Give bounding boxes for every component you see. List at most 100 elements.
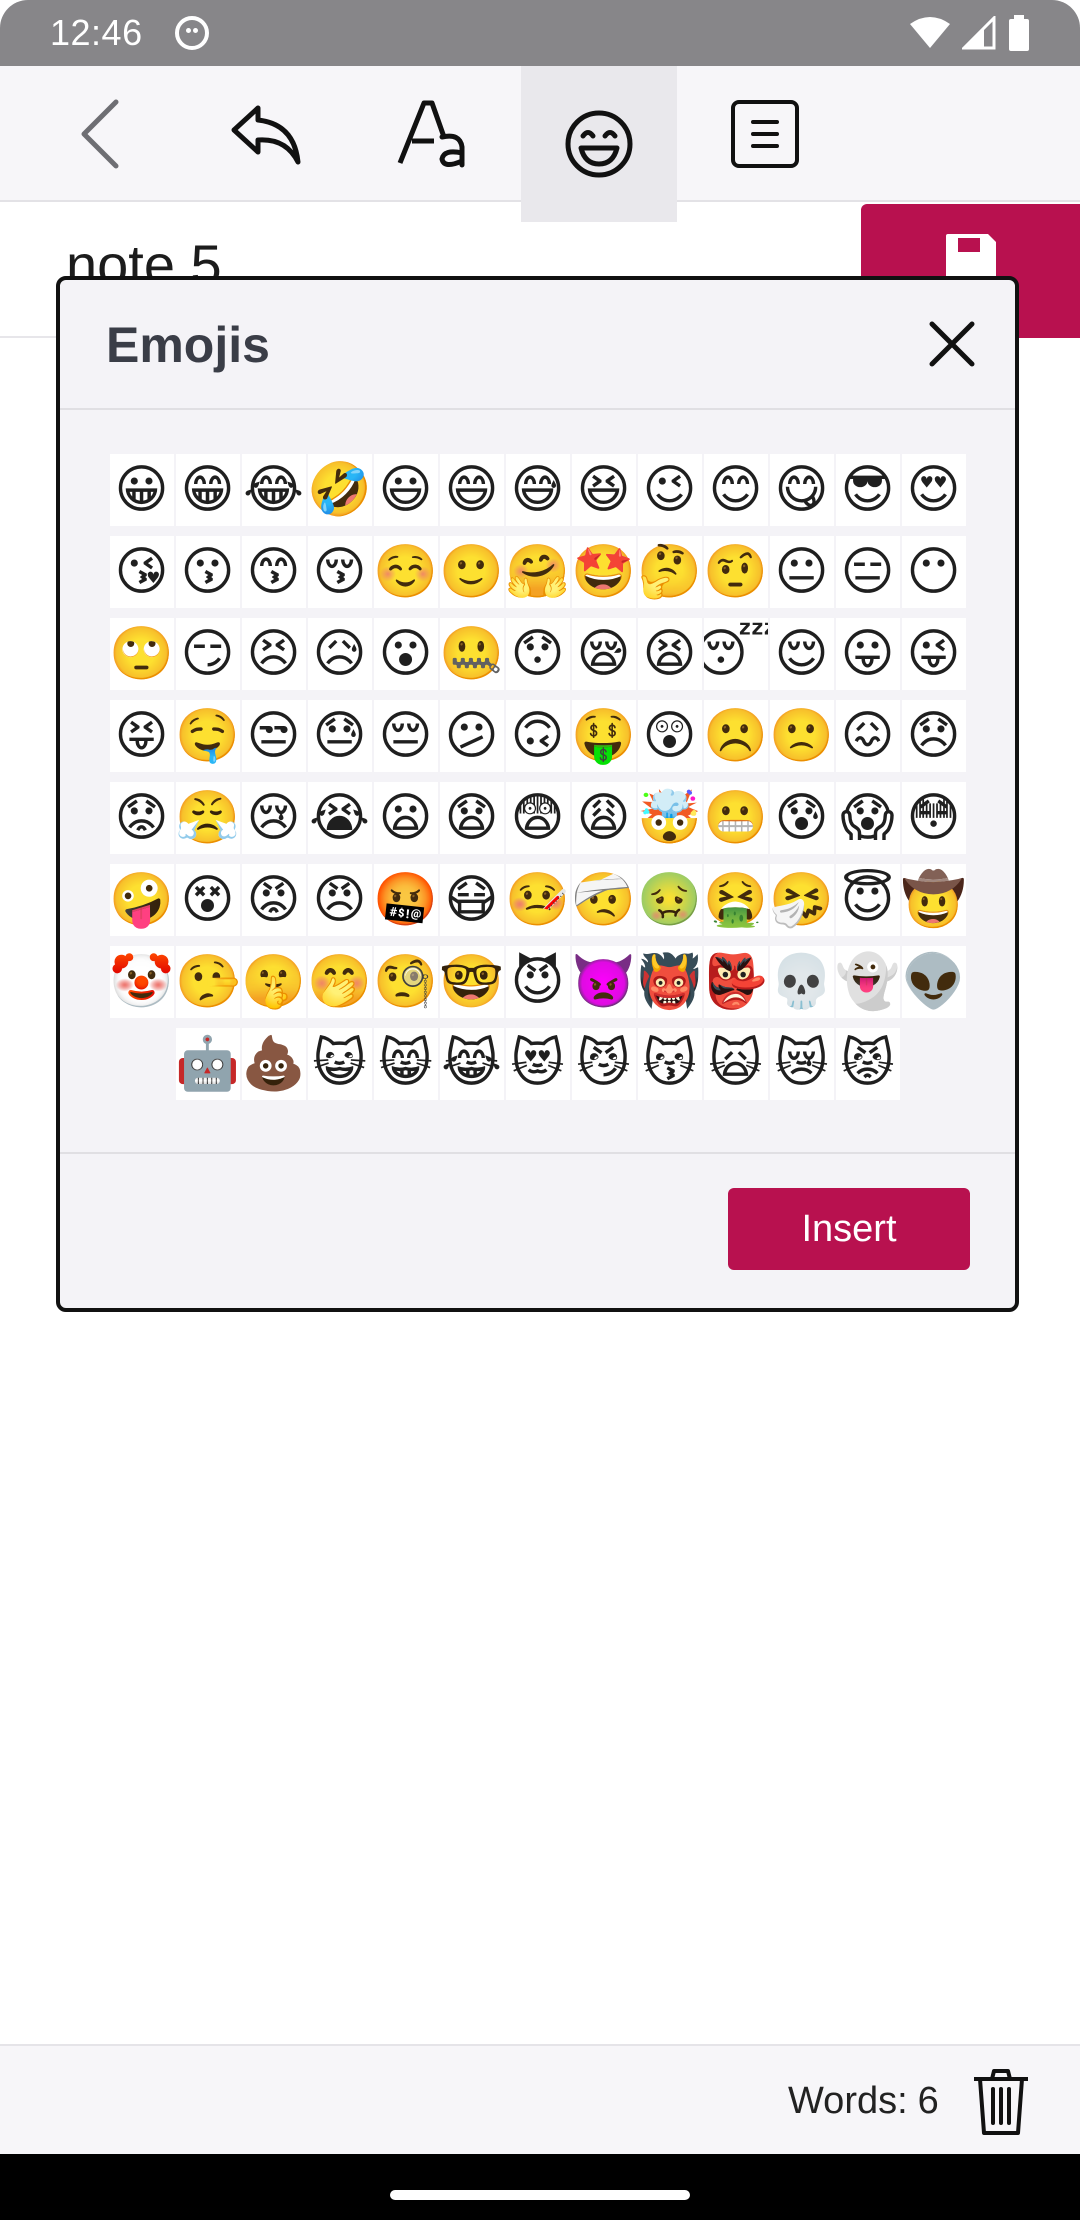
emoji-cell[interactable]: 🤪 [109, 864, 174, 936]
emoji-cell[interactable]: 😠 [307, 864, 372, 936]
emoji-cell[interactable]: 😪 [571, 618, 636, 690]
emoji-cell[interactable]: 😕 [439, 700, 504, 772]
emoji-cell[interactable]: 🤨 [703, 536, 768, 608]
emoji-cell[interactable]: 🤯 [637, 782, 702, 854]
emoji-cell[interactable]: 😢 [241, 782, 306, 854]
emoji-cell[interactable]: 👹 [637, 946, 702, 1018]
emoji-cell[interactable]: 😿 [769, 1028, 834, 1100]
emoji-cell[interactable]: 😶 [901, 536, 966, 608]
emoji-cell[interactable]: 🤫 [241, 946, 306, 1018]
emoji-cell[interactable]: 😩 [571, 782, 636, 854]
emoji-cell[interactable]: 😨 [505, 782, 570, 854]
emoji-cell[interactable]: 😞 [901, 700, 966, 772]
emoji-cell[interactable]: 😼 [571, 1028, 636, 1100]
emoji-cell[interactable]: 👺 [703, 946, 768, 1018]
emoji-cell[interactable]: 😜 [901, 618, 966, 690]
emoji-cell[interactable]: 😻 [505, 1028, 570, 1100]
emoji-cell[interactable]: 😦 [373, 782, 438, 854]
emoji-cell[interactable]: 😫 [637, 618, 702, 690]
emoji-cell[interactable]: 🤤 [175, 700, 240, 772]
emoji-cell[interactable]: 😔 [373, 700, 438, 772]
emoji-cell[interactable]: 🤢 [637, 864, 702, 936]
emoji-cell[interactable]: 🧐 [373, 946, 438, 1018]
emoji-cell[interactable]: ☹️ [703, 700, 768, 772]
emoji-cell[interactable]: 😥 [307, 618, 372, 690]
emoji-cell[interactable]: 😉 [637, 454, 702, 526]
note-list-button[interactable] [687, 66, 843, 202]
emoji-cell[interactable]: 👻 [835, 946, 900, 1018]
emoji-cell[interactable]: 😘 [109, 536, 174, 608]
emoji-cell[interactable]: 😹 [439, 1028, 504, 1100]
emoji-cell[interactable]: 🤩 [571, 536, 636, 608]
emoji-cell[interactable]: 😅 [505, 454, 570, 526]
emoji-cell[interactable]: 😾 [835, 1028, 900, 1100]
emoji-cell[interactable]: 😁 [175, 454, 240, 526]
emoji-cell[interactable]: 😒 [241, 700, 306, 772]
emoji-cell[interactable]: 🤠 [901, 864, 966, 936]
home-gesture-handle[interactable] [390, 2190, 690, 2200]
emoji-cell[interactable]: 💀 [769, 946, 834, 1018]
emoji-cell[interactable]: 👿 [571, 946, 636, 1018]
emoji-cell[interactable]: 😸 [373, 1028, 438, 1100]
emoji-cell[interactable]: ☺️ [373, 536, 438, 608]
emoji-cell[interactable]: 🤣 [307, 454, 372, 526]
emoji-cell[interactable]: 😬 [703, 782, 768, 854]
delete-button[interactable] [966, 2066, 1036, 2138]
emoji-cell[interactable]: 🤥 [175, 946, 240, 1018]
emoji-cell[interactable]: 🤖 [175, 1028, 240, 1100]
emoji-cell[interactable]: 🤧 [769, 864, 834, 936]
emoji-cell[interactable]: 🤡 [109, 946, 174, 1018]
emoji-cell[interactable]: 🤑 [571, 700, 636, 772]
emoji-cell[interactable]: 🙂 [439, 536, 504, 608]
emoji-cell[interactable]: 😈 [505, 946, 570, 1018]
text-format-button[interactable] [354, 66, 510, 202]
emoji-cell[interactable]: 😄 [439, 454, 504, 526]
emoji-cell[interactable]: 😓 [307, 700, 372, 772]
emoji-cell[interactable]: 👽 [901, 946, 966, 1018]
emoji-cell[interactable]: 🤮 [703, 864, 768, 936]
emoji-cell[interactable]: 😀 [109, 454, 174, 526]
emoji-cell[interactable]: 😰 [769, 782, 834, 854]
emoji-cell[interactable]: 🤒 [505, 864, 570, 936]
emoji-cell[interactable]: 🤔 [637, 536, 702, 608]
insert-button[interactable]: Insert [728, 1188, 970, 1270]
emoji-cell[interactable]: 🙁 [769, 700, 834, 772]
emoji-cell[interactable]: 😑 [835, 536, 900, 608]
emoji-cell[interactable]: 😗 [175, 536, 240, 608]
emoji-cell[interactable]: 😵 [175, 864, 240, 936]
emoji-cell[interactable]: 😣 [241, 618, 306, 690]
emoji-cell[interactable]: 🤭 [307, 946, 372, 1018]
emoji-cell[interactable]: 😋 [769, 454, 834, 526]
emoji-cell[interactable]: 😴 [703, 618, 768, 690]
emoji-cell[interactable]: 😏 [175, 618, 240, 690]
emoji-cell[interactable]: 😃 [373, 454, 438, 526]
emoji-cell[interactable]: 😽 [637, 1028, 702, 1100]
emoji-cell[interactable]: 😷 [439, 864, 504, 936]
emoji-button[interactable] [521, 66, 677, 222]
emoji-cell[interactable]: 😳 [901, 782, 966, 854]
emoji-cell[interactable]: 😡 [241, 864, 306, 936]
undo-button[interactable] [188, 66, 344, 202]
emoji-cell[interactable]: 😧 [439, 782, 504, 854]
emoji-cell[interactable]: 😂 [241, 454, 306, 526]
emoji-cell[interactable]: 😟 [109, 782, 174, 854]
emoji-cell[interactable]: 😖 [835, 700, 900, 772]
emoji-cell[interactable]: 😆 [571, 454, 636, 526]
emoji-cell[interactable]: 🤓 [439, 946, 504, 1018]
emoji-cell[interactable]: 🤐 [439, 618, 504, 690]
emoji-cell[interactable]: 😎 [835, 454, 900, 526]
emoji-cell[interactable]: 🙄 [109, 618, 174, 690]
emoji-cell[interactable]: 😚 [307, 536, 372, 608]
emoji-cell[interactable]: 😮 [373, 618, 438, 690]
emoji-cell[interactable]: 😌 [769, 618, 834, 690]
emoji-cell[interactable]: 😭 [307, 782, 372, 854]
emoji-cell[interactable]: 😯 [505, 618, 570, 690]
emoji-cell[interactable]: 😐 [769, 536, 834, 608]
emoji-cell[interactable]: 😺 [307, 1028, 372, 1100]
emoji-cell[interactable]: 😊 [703, 454, 768, 526]
close-button[interactable] [922, 314, 982, 374]
emoji-cell[interactable]: 😙 [241, 536, 306, 608]
emoji-cell[interactable]: 😤 [175, 782, 240, 854]
emoji-cell[interactable]: 💩 [241, 1028, 306, 1100]
emoji-cell[interactable]: 😲 [637, 700, 702, 772]
